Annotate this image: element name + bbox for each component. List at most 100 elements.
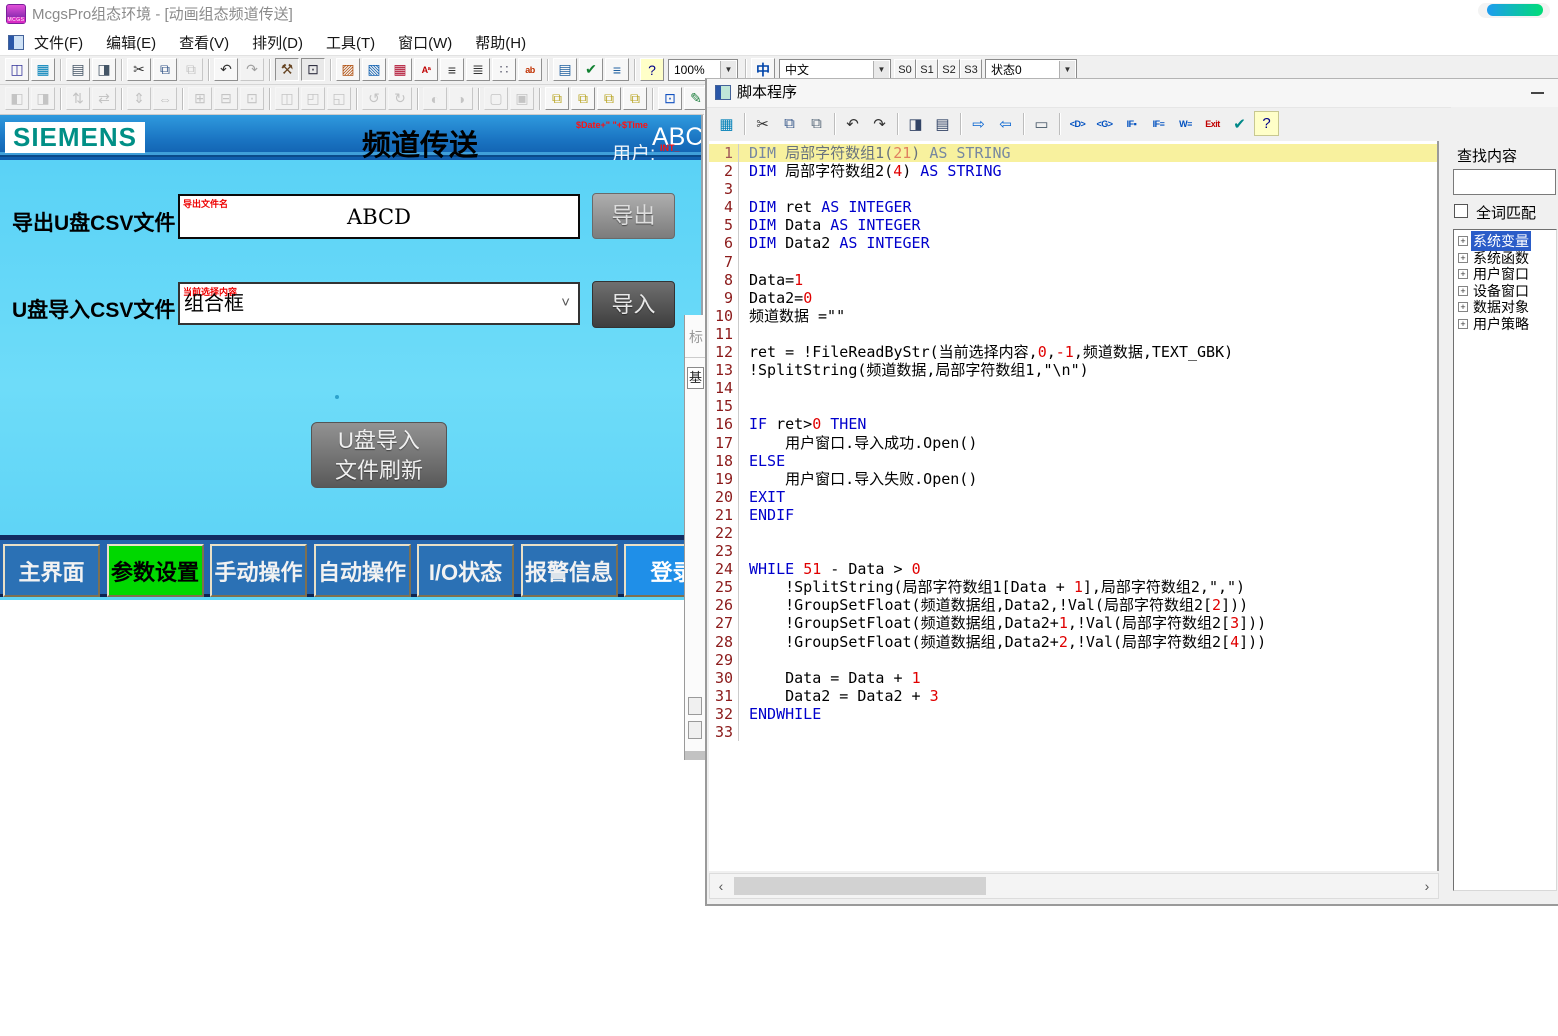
menu-item-5[interactable]: 窗口(W)	[398, 32, 452, 53]
insert-while-button[interactable]: W≡	[1173, 111, 1198, 136]
whole-word-checkbox[interactable]	[1454, 204, 1468, 218]
code-line-17[interactable]: 17 用户窗口.导入成功.Open()	[709, 434, 1437, 452]
tree-item-5[interactable]: +用户策略	[1456, 316, 1556, 333]
menu-item-6[interactable]: 帮助(H)	[475, 32, 526, 53]
code-line-27[interactable]: 27 !GroupSetFloat(频道数据组,Data2+1,!Val(局部字…	[709, 614, 1437, 632]
chevron-down-icon[interactable]: ▼	[1059, 61, 1075, 79]
copy-button[interactable]: ⧉	[153, 58, 177, 81]
code-line-28[interactable]: 28 !GroupSetFloat(频道数据组,Data2+2,!Val(局部字…	[709, 633, 1437, 651]
code-line-32[interactable]: 32ENDWHILE	[709, 705, 1437, 723]
code-line-19[interactable]: 19 用户窗口.导入失败.Open()	[709, 470, 1437, 488]
nav-button-1[interactable]: 参数设置	[107, 544, 204, 597]
code-line-33[interactable]: 33	[709, 723, 1437, 741]
print-preview-button[interactable]: ◨	[92, 58, 116, 81]
nav-button-0[interactable]: 主界面	[3, 544, 100, 597]
script-comment-button[interactable]: ▭	[1029, 111, 1054, 136]
import-button[interactable]: 导入	[592, 281, 675, 328]
undo-button[interactable]: ↶	[214, 58, 238, 81]
code-line-16[interactable]: 16IF ret>0 THEN	[709, 415, 1437, 433]
script-help-button[interactable]: ?	[1254, 111, 1279, 136]
send-to-back-button[interactable]: ⧉	[571, 87, 595, 110]
script-preview-button[interactable]: ◨	[903, 111, 928, 136]
expand-plus-icon[interactable]: +	[1458, 236, 1468, 246]
sort-button[interactable]: ≡	[605, 58, 629, 81]
horizontal-scrollbar[interactable]: ‹ ›	[709, 873, 1439, 899]
font-button[interactable]: Aª	[414, 58, 438, 81]
toolbox-button[interactable]: ⚒	[275, 58, 299, 81]
export-filename-field[interactable]: 导出文件名 ABCD	[178, 194, 580, 239]
chevron-down-icon[interactable]: ˅	[561, 294, 570, 311]
menu-item-0[interactable]: 文件(F)	[34, 32, 83, 53]
code-line-20[interactable]: 20EXIT	[709, 488, 1437, 506]
code-line-22[interactable]: 22	[709, 524, 1437, 542]
code-line-31[interactable]: 31 Data2 = Data2 + 3	[709, 687, 1437, 705]
expand-plus-icon[interactable]: +	[1458, 319, 1468, 329]
script-save-button[interactable]: ▦	[714, 111, 739, 136]
new-window-button[interactable]: ◫	[5, 58, 29, 81]
script-export-button[interactable]: ⇨	[966, 111, 991, 136]
bring-to-front-button[interactable]: ⧉	[545, 87, 569, 110]
cut-button[interactable]: ✂	[127, 58, 151, 81]
expand-plus-icon[interactable]: +	[1458, 269, 1468, 279]
code-line-8[interactable]: 8Data=1	[709, 271, 1437, 289]
fill-color-button[interactable]: ▦	[388, 58, 412, 81]
toolbox-tab[interactable]: 基	[687, 367, 704, 389]
code-line-7[interactable]: 7	[709, 253, 1437, 271]
code-line-12[interactable]: 12ret = !FileReadByStr(当前选择内容,0,-1,频道数据,…	[709, 343, 1437, 361]
chevron-down-icon[interactable]: ▼	[873, 61, 889, 79]
expand-plus-icon[interactable]: +	[1458, 286, 1468, 296]
strip-scroll-box-top[interactable]	[688, 697, 702, 715]
nav-button-3[interactable]: 自动操作	[314, 544, 411, 597]
grid-button[interactable]: ∷	[492, 58, 516, 81]
nav-button-4[interactable]: I/O状态	[417, 544, 514, 597]
script-copy-button[interactable]: ⧉	[777, 111, 802, 136]
scroll-left-icon[interactable]: ‹	[710, 874, 732, 898]
strip-scroll-box-bottom[interactable]	[688, 721, 702, 739]
workbench-button[interactable]: ⊡	[301, 58, 325, 81]
script-paste-button[interactable]: ⧉	[804, 111, 829, 136]
status-pill[interactable]	[1487, 4, 1543, 16]
syntax-check-button[interactable]: ✔	[579, 58, 603, 81]
insert-if-else-button[interactable]: IF≡	[1146, 111, 1171, 136]
code-line-18[interactable]: 18ELSE	[709, 452, 1437, 470]
spell-abc-button[interactable]: ab	[518, 58, 542, 81]
script-syntax-check-button[interactable]: ✔	[1227, 111, 1252, 136]
code-line-5[interactable]: 5DIM Data AS INTEGER	[709, 216, 1437, 234]
insert-exit-button[interactable]: Exit	[1200, 111, 1225, 136]
scroll-right-icon[interactable]: ›	[1416, 874, 1438, 898]
script-format-button[interactable]: ▤	[930, 111, 955, 136]
properties-button[interactable]: ▤	[553, 58, 577, 81]
code-line-15[interactable]: 15	[709, 397, 1437, 415]
code-line-13[interactable]: 13!SplitString(频道数据,局部字符数组1,"\n")	[709, 361, 1437, 379]
expand-plus-icon[interactable]: +	[1458, 253, 1468, 263]
script-cut-button[interactable]: ✂	[750, 111, 775, 136]
help-button[interactable]: ?	[640, 58, 664, 81]
declare-data-button[interactable]: <D>	[1065, 111, 1090, 136]
code-line-14[interactable]: 14	[709, 379, 1437, 397]
code-line-3[interactable]: 3	[709, 180, 1437, 198]
menu-item-3[interactable]: 排列(D)	[252, 32, 303, 53]
nav-button-5[interactable]: 报警信息	[521, 544, 618, 597]
code-line-25[interactable]: 25 !SplitString(局部字符数组1[Data + 1],局部字符数组…	[709, 578, 1437, 596]
menu-item-1[interactable]: 编辑(E)	[106, 32, 156, 53]
save-button[interactable]: ▦	[31, 58, 55, 81]
animation-brush-button[interactable]: ▨	[336, 58, 360, 81]
code-line-23[interactable]: 23	[709, 542, 1437, 560]
find-input[interactable]	[1453, 169, 1556, 195]
code-line-29[interactable]: 29	[709, 651, 1437, 669]
nav-button-2[interactable]: 手动操作	[210, 544, 307, 597]
export-button[interactable]: 导出	[592, 193, 675, 239]
script-import-button[interactable]: ⇦	[993, 111, 1018, 136]
script-redo-button[interactable]: ↷	[867, 111, 892, 136]
code-line-10[interactable]: 10频道数据 =""	[709, 307, 1437, 325]
script-undo-button[interactable]: ↶	[840, 111, 865, 136]
code-line-2[interactable]: 2DIM 局部字符数组2(4) AS STRING	[709, 162, 1437, 180]
code-line-30[interactable]: 30 Data = Data + 1	[709, 669, 1437, 687]
insert-if-then-button[interactable]: IF▪	[1119, 111, 1144, 136]
chevron-down-icon[interactable]: ▼	[720, 61, 736, 79]
code-line-26[interactable]: 26 !GroupSetFloat(频道数据组,Data2,!Val(局部字符数…	[709, 596, 1437, 614]
code-line-11[interactable]: 11	[709, 325, 1437, 343]
import-file-combobox[interactable]: 当前选择内容 组合框 ˅	[178, 282, 580, 325]
usb-refresh-button[interactable]: U盘导入 文件刷新	[311, 422, 447, 488]
expand-plus-icon[interactable]: +	[1458, 302, 1468, 312]
